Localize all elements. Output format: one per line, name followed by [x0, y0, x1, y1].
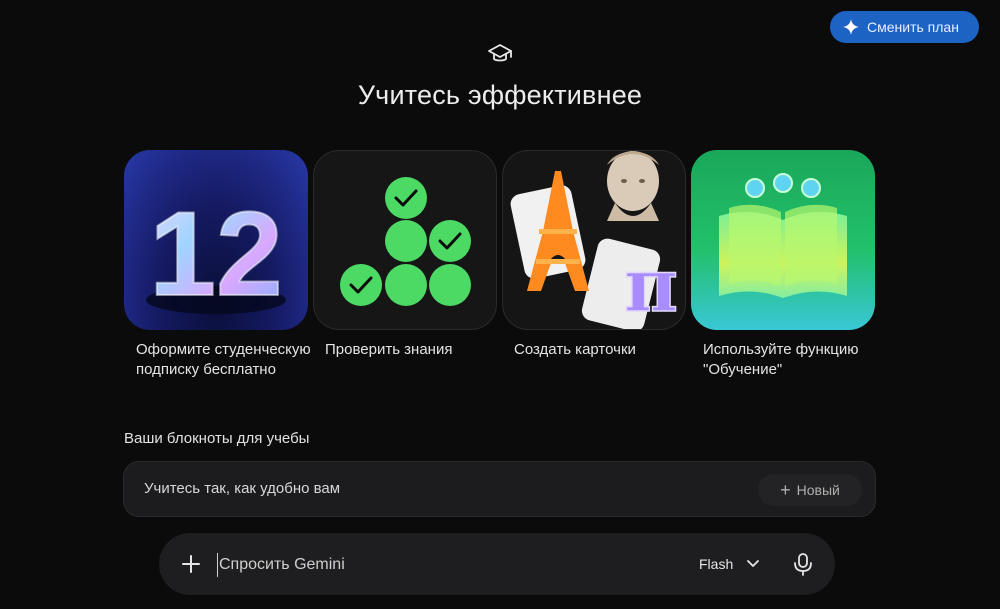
card-label-learning-mode: Используйте функцию "Обучение" — [703, 341, 859, 378]
open-book-art — [719, 173, 847, 298]
card-student-subscription[interactable]: 12 — [124, 150, 308, 330]
statue-bust-icon — [607, 151, 659, 221]
card-label-check-knowledge: Проверить знания — [325, 341, 453, 358]
check-circles-art — [340, 177, 471, 306]
upgrade-plan-button[interactable]: Сменить план — [830, 11, 979, 43]
microphone-icon[interactable] — [792, 552, 814, 576]
pi-symbol-text: π — [624, 243, 678, 329]
new-notebook-button[interactable]: + Новый — [758, 474, 862, 506]
add-attachment-icon[interactable] — [179, 552, 203, 576]
card-check-knowledge[interactable] — [313, 150, 497, 330]
number-12-text: 12 — [149, 187, 282, 321]
sparkle-icon — [843, 19, 859, 35]
flashcards-art: π — [510, 151, 679, 329]
card-learning-mode[interactable] — [691, 150, 875, 330]
chevron-down-icon — [747, 560, 760, 567]
model-selector[interactable]: Flash — [699, 553, 760, 575]
notebook-empty-text: Учитесь так, как удобно вам — [144, 480, 341, 497]
notebook-list: Учитесь так, как удобно вам + Новый — [123, 461, 876, 517]
number-12-art: 12 — [146, 186, 286, 322]
card-label-create-flashcards: Создать карточки — [514, 341, 636, 358]
page-title: Учитесь эффективнее — [357, 80, 643, 110]
new-notebook-label: Новый — [796, 482, 840, 498]
model-label: Flash — [699, 556, 734, 572]
card-label-student-subscription: Оформите студенческую подписку бесплатно — [136, 341, 311, 378]
prompt-bar: Flash — [159, 533, 835, 595]
notebooks-section-title: Ваши блокноты для учебы — [124, 430, 310, 447]
plus-icon: + — [780, 480, 791, 500]
graduation-cap-icon — [488, 44, 512, 62]
card-create-flashcards[interactable]: π — [502, 150, 686, 330]
upgrade-plan-label: Сменить план — [867, 19, 959, 35]
prompt-input[interactable] — [217, 553, 641, 577]
